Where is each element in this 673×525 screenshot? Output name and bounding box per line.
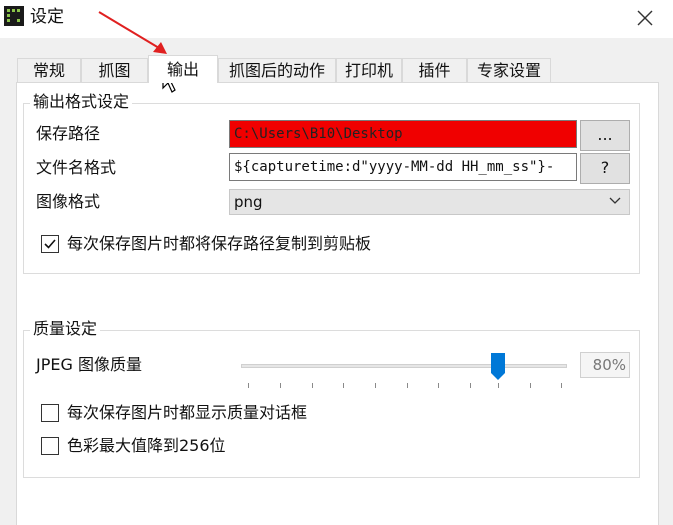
show-quality-dialog-label[interactable]: 每次保存图片时都显示质量对话框 (67, 402, 307, 424)
image-format-label: 图像格式 (36, 192, 101, 211)
tab-plugins[interactable]: 插件 (402, 58, 467, 82)
output-format-title: 输出格式设定 (30, 92, 133, 112)
tab-capture[interactable]: 抓图 (81, 58, 148, 82)
close-button[interactable] (622, 2, 668, 34)
image-format-select[interactable]: png (229, 189, 630, 215)
annotation-arrow-icon (98, 11, 167, 54)
filename-format-label: 文件名格式 (36, 158, 117, 177)
save-path-label: 保存路径 (36, 124, 101, 143)
browse-button[interactable]: ... (580, 120, 630, 151)
reduce-colors-label[interactable]: 色彩最大值降到256位 (67, 435, 226, 457)
jpeg-quality-label: JPEG 图像质量 (36, 355, 142, 374)
image-format-value: png (234, 193, 263, 211)
tab-after-capture[interactable]: 抓图后的动作 (218, 58, 336, 82)
filename-format-input[interactable]: ${capturetime:d"yyyy-MM-dd HH_mm_ss"}- (229, 153, 577, 181)
slider-tick (248, 383, 249, 388)
copy-path-checkbox-label[interactable]: 每次保存图片时都将保存路径复制到剪贴板 (67, 233, 371, 255)
slider-tick (280, 383, 281, 388)
copy-path-checkbox[interactable] (41, 235, 59, 253)
chevron-down-icon (609, 197, 621, 204)
reduce-colors-checkbox[interactable] (41, 437, 59, 455)
tab-general[interactable]: 常规 (17, 58, 81, 82)
jpeg-quality-slider-thumb[interactable] (491, 353, 505, 381)
slider-tick (561, 383, 562, 388)
jpeg-quality-slider-track[interactable] (241, 364, 567, 368)
jpeg-quality-value[interactable]: 80% (580, 352, 630, 378)
slider-tick (407, 383, 408, 388)
quality-title: 质量设定 (30, 319, 101, 339)
window-title: 设定 (30, 7, 64, 27)
save-path-input[interactable]: C:\Users\B10\Desktop (229, 120, 577, 148)
slider-tick (498, 383, 499, 388)
slider-tick (312, 383, 313, 388)
check-icon (44, 239, 56, 249)
tab-output[interactable]: 输出 (148, 55, 218, 83)
slider-tick (343, 383, 344, 388)
slider-tick (470, 383, 471, 388)
slider-tick (375, 383, 376, 388)
slider-tick (530, 383, 531, 388)
tab-expert[interactable]: 专家设置 (467, 58, 551, 82)
app-icon (4, 6, 24, 26)
help-button[interactable]: ? (580, 153, 630, 184)
slider-tick (438, 383, 439, 388)
close-icon (637, 10, 653, 26)
tab-printer[interactable]: 打印机 (336, 58, 402, 82)
show-quality-dialog-checkbox[interactable] (41, 404, 59, 422)
